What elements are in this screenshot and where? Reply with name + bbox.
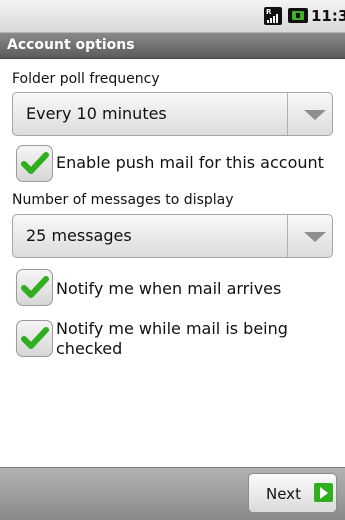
push-mail-checkbox[interactable] <box>16 145 53 182</box>
notify-checking-label-line2: checked <box>56 339 123 358</box>
dropdown-arrow-icon <box>304 232 326 242</box>
messages-count-spinner[interactable]: 25 messages <box>12 214 333 258</box>
title-bar: Account options <box>0 33 345 59</box>
messages-count-label: Number of messages to display <box>12 192 234 208</box>
status-bar: R 11:36 <box>0 0 345 33</box>
poll-frequency-label: Folder poll frequency <box>12 71 160 87</box>
next-button-label: Next <box>266 485 301 503</box>
notify-checking-label-line1: Notify me while mail is being <box>56 319 288 338</box>
spinner-divider <box>287 215 288 257</box>
spinner-divider <box>287 93 288 135</box>
notify-arrives-checkbox[interactable] <box>16 269 53 306</box>
poll-frequency-value: Every 10 minutes <box>26 104 167 123</box>
checkmark-icon <box>21 152 49 174</box>
notify-arrives-label: Notify me when mail arrives <box>56 279 282 298</box>
messages-count-value: 25 messages <box>26 226 132 245</box>
page-title: Account options <box>7 37 135 53</box>
clock: 11:36 <box>311 7 345 25</box>
push-mail-label: Enable push mail for this account <box>56 153 324 172</box>
next-arrow-icon <box>314 483 333 502</box>
notify-checking-checkbox[interactable] <box>16 320 53 357</box>
battery-icon <box>288 8 308 23</box>
poll-frequency-spinner[interactable]: Every 10 minutes <box>12 92 333 136</box>
dropdown-arrow-icon <box>304 110 326 120</box>
checkmark-icon <box>21 327 49 349</box>
signal-icon: R <box>264 7 282 25</box>
checkmark-icon <box>21 276 49 298</box>
next-button[interactable]: Next <box>248 473 337 513</box>
